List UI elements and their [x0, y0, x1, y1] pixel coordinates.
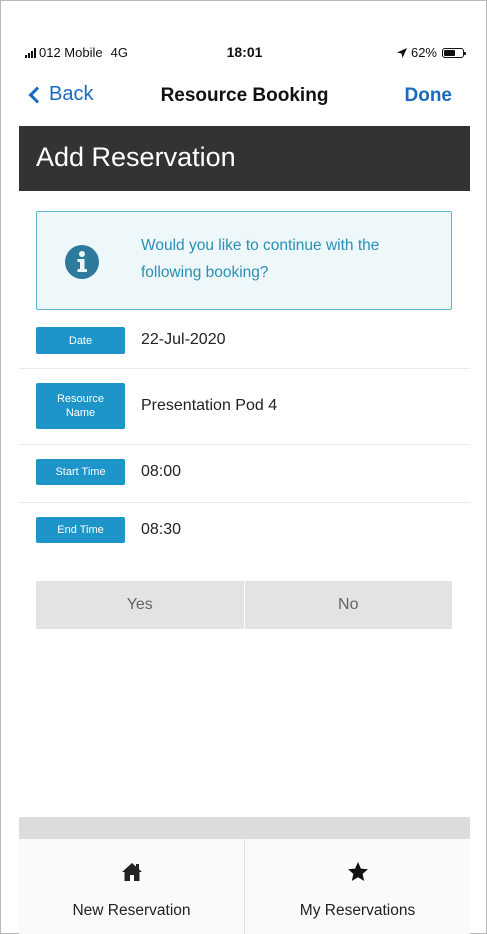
location-arrow-icon: [396, 47, 407, 58]
end-time-label: End Time: [36, 517, 125, 543]
nav-title: Resource Booking: [160, 85, 329, 106]
battery-icon: [442, 47, 466, 58]
home-icon: [121, 863, 142, 881]
confirmation-info-box: Would you like to continue with the foll…: [36, 211, 452, 310]
end-time-value: 08:30: [141, 521, 182, 538]
resource-name-label: Resource Name: [36, 383, 125, 429]
tab-bar: New Reservation My Reservations: [19, 839, 470, 934]
done-button[interactable]: Done: [405, 85, 453, 107]
page-header: Add Reservation: [19, 126, 470, 191]
info-message: Would you like to continue with the foll…: [141, 237, 380, 281]
date-label: Date: [36, 327, 125, 354]
bottom-strip: [19, 817, 470, 839]
tab-new-reservation[interactable]: New Reservation: [19, 839, 244, 934]
detail-row-resource-name: Resource Name Presentation Pod 4: [19, 369, 470, 445]
phone-screen: 012 Mobile 4G 18:01 62% Back Resource Bo…: [19, 39, 470, 934]
detail-row-date: Date 22-Jul-2020: [19, 317, 470, 369]
navigation-bar: Back Resource Booking Done: [19, 77, 470, 117]
page-title: Add Reservation: [36, 142, 236, 172]
yes-button[interactable]: Yes: [36, 581, 244, 629]
detail-row-start-time: Start Time 08:00: [19, 445, 470, 503]
battery-percent: 62%: [410, 45, 437, 60]
info-icon: [65, 245, 99, 279]
battery-fill: [444, 49, 455, 56]
status-right: 62%: [396, 45, 466, 60]
start-time-value: 08:00: [141, 463, 182, 480]
resource-name-value: Presentation Pod 4: [141, 397, 278, 414]
no-button[interactable]: No: [245, 581, 453, 629]
tab-my-reservations-label: My Reservations: [299, 902, 416, 919]
star-icon: [347, 862, 368, 881]
screenshot-frame: 012 Mobile 4G 18:01 62% Back Resource Bo…: [0, 0, 487, 934]
tab-my-reservations[interactable]: My Reservations: [245, 839, 470, 934]
confirm-actions: Yes No: [36, 581, 452, 629]
start-time-label: Start Time: [36, 459, 125, 485]
date-value: 22-Jul-2020: [141, 331, 226, 348]
detail-row-end-time: End Time 08:30: [19, 503, 470, 557]
status-bar: 012 Mobile 4G 18:01 62%: [19, 39, 470, 65]
tab-new-reservation-label: New Reservation: [72, 902, 191, 919]
